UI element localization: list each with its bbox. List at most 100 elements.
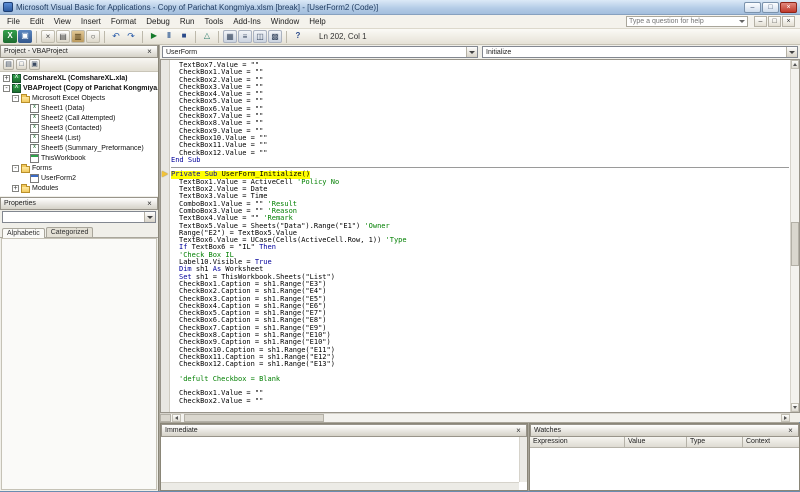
tree-item[interactable]: -VBAProject (Copy of Parichat Kongmiya.x… [0, 83, 158, 93]
tree-item[interactable]: +ComshareXL (ComshareXL.xla) [0, 73, 158, 83]
tree-item[interactable]: -Microsoft Excel Objects [0, 93, 158, 103]
code-line[interactable]: TextBox7.Value = "" [171, 62, 789, 69]
mdi-restore-icon[interactable] [768, 16, 781, 27]
code-line[interactable]: CheckBox3.Value = "" [171, 84, 789, 91]
watches-column-context[interactable]: Context [743, 437, 799, 447]
immediate-content[interactable] [161, 437, 527, 490]
code-line[interactable]: CheckBox2.Value = "" [171, 398, 789, 405]
code-line[interactable] [171, 383, 789, 390]
code-line[interactable]: CheckBox4.Value = "" [171, 91, 789, 98]
menu-insert[interactable]: Insert [76, 16, 106, 27]
code-editor[interactable]: TextBox7.Value = ""CheckBox1.Value = ""C… [160, 59, 800, 413]
watches-close-icon[interactable] [786, 426, 795, 435]
properties-object-dropdown[interactable] [2, 211, 156, 223]
project-explorer-icon[interactable]: ▦ [223, 30, 237, 43]
find-icon[interactable]: ○ [86, 30, 100, 43]
vertical-scroll-thumb[interactable] [791, 222, 799, 266]
menu-window[interactable]: Window [266, 16, 304, 27]
mdi-close-icon[interactable] [782, 16, 795, 27]
immediate-close-icon[interactable] [514, 426, 523, 435]
watches-content[interactable] [530, 448, 799, 490]
code-vertical-scrollbar[interactable] [790, 60, 799, 412]
project-close-icon[interactable] [145, 47, 154, 56]
menu-debug[interactable]: Debug [141, 16, 175, 27]
view-object-icon[interactable]: □ [16, 59, 27, 70]
split-box[interactable] [160, 414, 171, 422]
maximize-icon[interactable] [762, 2, 779, 13]
paste-icon[interactable]: ▥ [71, 30, 85, 43]
menu-run[interactable]: Run [175, 16, 200, 27]
immediate-vertical-scrollbar[interactable] [519, 437, 527, 482]
tree-item[interactable]: Sheet1 (Data) [0, 103, 158, 113]
watches-column-value[interactable]: Value [625, 437, 687, 447]
watches-column-expression[interactable]: Expression [530, 437, 625, 447]
menu-edit[interactable]: Edit [25, 16, 49, 27]
toggle-folders-icon[interactable]: ▣ [29, 59, 40, 70]
expand-icon[interactable]: + [3, 75, 10, 82]
menu-addins[interactable]: Add-Ins [228, 16, 266, 27]
code-line[interactable]: CheckBox5.Value = "" [171, 98, 789, 105]
properties-list[interactable] [1, 238, 157, 490]
design-icon[interactable]: △ [200, 30, 214, 43]
scroll-up-icon[interactable] [791, 60, 799, 69]
chevron-down-icon[interactable] [786, 47, 797, 57]
horizontal-scroll-thumb[interactable] [184, 414, 324, 422]
chevron-down-icon[interactable] [144, 212, 155, 222]
expand-icon[interactable]: + [12, 185, 19, 192]
tree-item[interactable]: -Forms [0, 163, 158, 173]
run-icon[interactable]: ▶ [147, 30, 161, 43]
save-icon[interactable]: ▣ [18, 30, 32, 43]
chevron-down-icon[interactable] [466, 47, 477, 57]
code-line[interactable]: CheckBox1.Value = "" [171, 69, 789, 76]
view-code-icon[interactable]: ▤ [3, 59, 14, 70]
toolbox-icon[interactable]: ▩ [268, 30, 282, 43]
close-icon[interactable] [780, 2, 797, 13]
code-line[interactable]: CheckBox6.Value = "" [171, 106, 789, 113]
code-line[interactable]: CheckBox7.Value = "" [171, 113, 789, 120]
tree-item[interactable]: Sheet4 (List) [0, 133, 158, 143]
procedure-dropdown[interactable]: Initialize [482, 46, 798, 58]
menu-file[interactable]: File [2, 16, 25, 27]
code-line[interactable]: CheckBox2.Value = "" [171, 77, 789, 84]
watches-column-type[interactable]: Type [687, 437, 743, 447]
excel-icon[interactable]: X [3, 30, 17, 43]
tree-item[interactable]: UserForm2 [0, 173, 158, 183]
code-line[interactable]: CheckBox12.Value = "" [171, 150, 789, 157]
code-line[interactable]: If TextBox6 = "IL" Then [171, 244, 789, 251]
object-dropdown[interactable]: UserForm [162, 46, 478, 58]
tree-item[interactable]: ThisWorkbook [0, 153, 158, 163]
tab-categorized[interactable]: Categorized [46, 227, 94, 237]
undo-icon[interactable]: ↶ [109, 30, 123, 43]
menu-view[interactable]: View [49, 16, 76, 27]
object-browser-icon[interactable]: ◫ [253, 30, 267, 43]
break-icon[interactable]: ‖ [162, 30, 176, 43]
code-line[interactable]: 'defult Checkbox = Blank [171, 376, 789, 383]
code-line[interactable]: CheckBox8.Value = "" [171, 120, 789, 127]
mdi-minimize-icon[interactable] [754, 16, 767, 27]
collapse-icon[interactable]: - [12, 165, 19, 172]
tree-item[interactable]: +Modules [0, 183, 158, 193]
reset-icon[interactable]: ■ [177, 30, 191, 43]
menu-help[interactable]: Help [304, 16, 330, 27]
code-line[interactable]: Label10.Visible = True [171, 259, 789, 266]
scroll-left-icon[interactable] [172, 414, 181, 422]
tab-alphabetic[interactable]: Alphabetic [2, 228, 45, 238]
copy-icon[interactable]: ▤ [56, 30, 70, 43]
help-search-input[interactable]: Type a question for help [626, 16, 748, 27]
code-line[interactable]: End Sub [171, 157, 789, 164]
scroll-right-icon[interactable] [781, 414, 790, 422]
tree-item[interactable]: Sheet2 (Call Attempted) [0, 113, 158, 123]
code-line[interactable]: CheckBox12.Caption = sh1.Range("E13") [171, 361, 789, 368]
minimize-icon[interactable] [744, 2, 761, 13]
tree-item[interactable]: Sheet3 (Contacted) [0, 123, 158, 133]
collapse-icon[interactable]: - [3, 85, 10, 92]
tree-item[interactable]: Sheet5 (Summary_Preformance) [0, 143, 158, 153]
immediate-horizontal-scrollbar[interactable] [161, 482, 519, 490]
menu-format[interactable]: Format [106, 16, 141, 27]
help-icon[interactable]: ? [291, 30, 305, 43]
cut-icon[interactable]: × [41, 30, 55, 43]
scroll-down-icon[interactable] [791, 403, 799, 412]
redo-icon[interactable]: ↷ [124, 30, 138, 43]
collapse-icon[interactable]: - [12, 95, 19, 102]
menu-tools[interactable]: Tools [200, 16, 229, 27]
